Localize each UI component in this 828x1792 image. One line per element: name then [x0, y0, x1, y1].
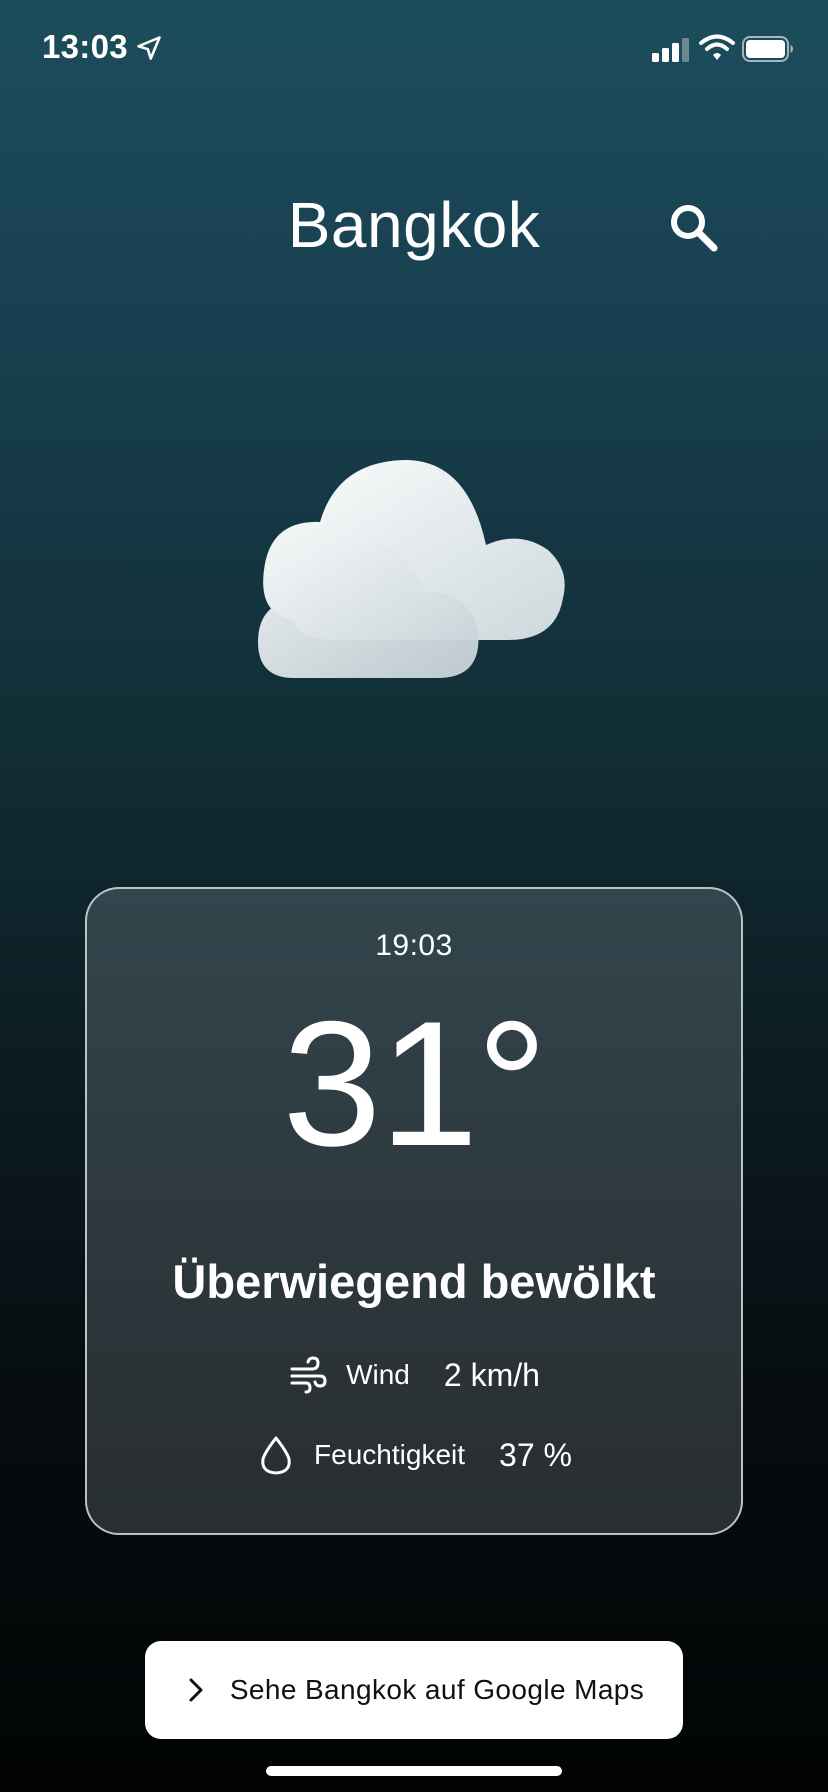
location-arrow-icon: [137, 36, 161, 60]
weather-screen: 13:03 Bangkok 19:03 31° Überwiegend bewö…: [0, 0, 828, 1792]
cellular-signal-icon: [652, 38, 689, 62]
weather-card: 19:03 31° Überwiegend bewölkt Wind 2 km/…: [85, 887, 743, 1535]
cloud-icon: [258, 460, 565, 678]
wind-row: Wind 2 km/h: [87, 1355, 741, 1395]
wind-label: Wind: [346, 1359, 410, 1390]
temperature: 31°: [282, 984, 547, 1183]
status-bar: 13:03: [0, 0, 828, 100]
droplet-icon: [261, 1436, 291, 1475]
wind-icon: [290, 1356, 327, 1394]
google-maps-button-label: Sehe Bangkok auf Google Maps: [229, 1674, 645, 1705]
humidity-label: Feuchtigkeit: [314, 1439, 466, 1470]
humidity-value: 37 %: [499, 1436, 572, 1473]
weather-condition: Überwiegend bewölkt: [172, 1255, 656, 1308]
status-time: 13:03: [42, 28, 128, 65]
chevron-right-icon: [189, 1678, 203, 1702]
search-icon[interactable]: [664, 198, 724, 258]
google-maps-button[interactable]: Sehe Bangkok auf Google Maps: [145, 1641, 683, 1739]
battery-icon: [742, 36, 793, 62]
wind-value: 2 km/h: [443, 1356, 540, 1393]
home-indicator[interactable]: [266, 1766, 562, 1776]
wifi-icon: [699, 34, 735, 60]
local-time: 19:03: [375, 929, 453, 962]
humidity-row: Feuchtigkeit 37 %: [87, 1435, 741, 1475]
